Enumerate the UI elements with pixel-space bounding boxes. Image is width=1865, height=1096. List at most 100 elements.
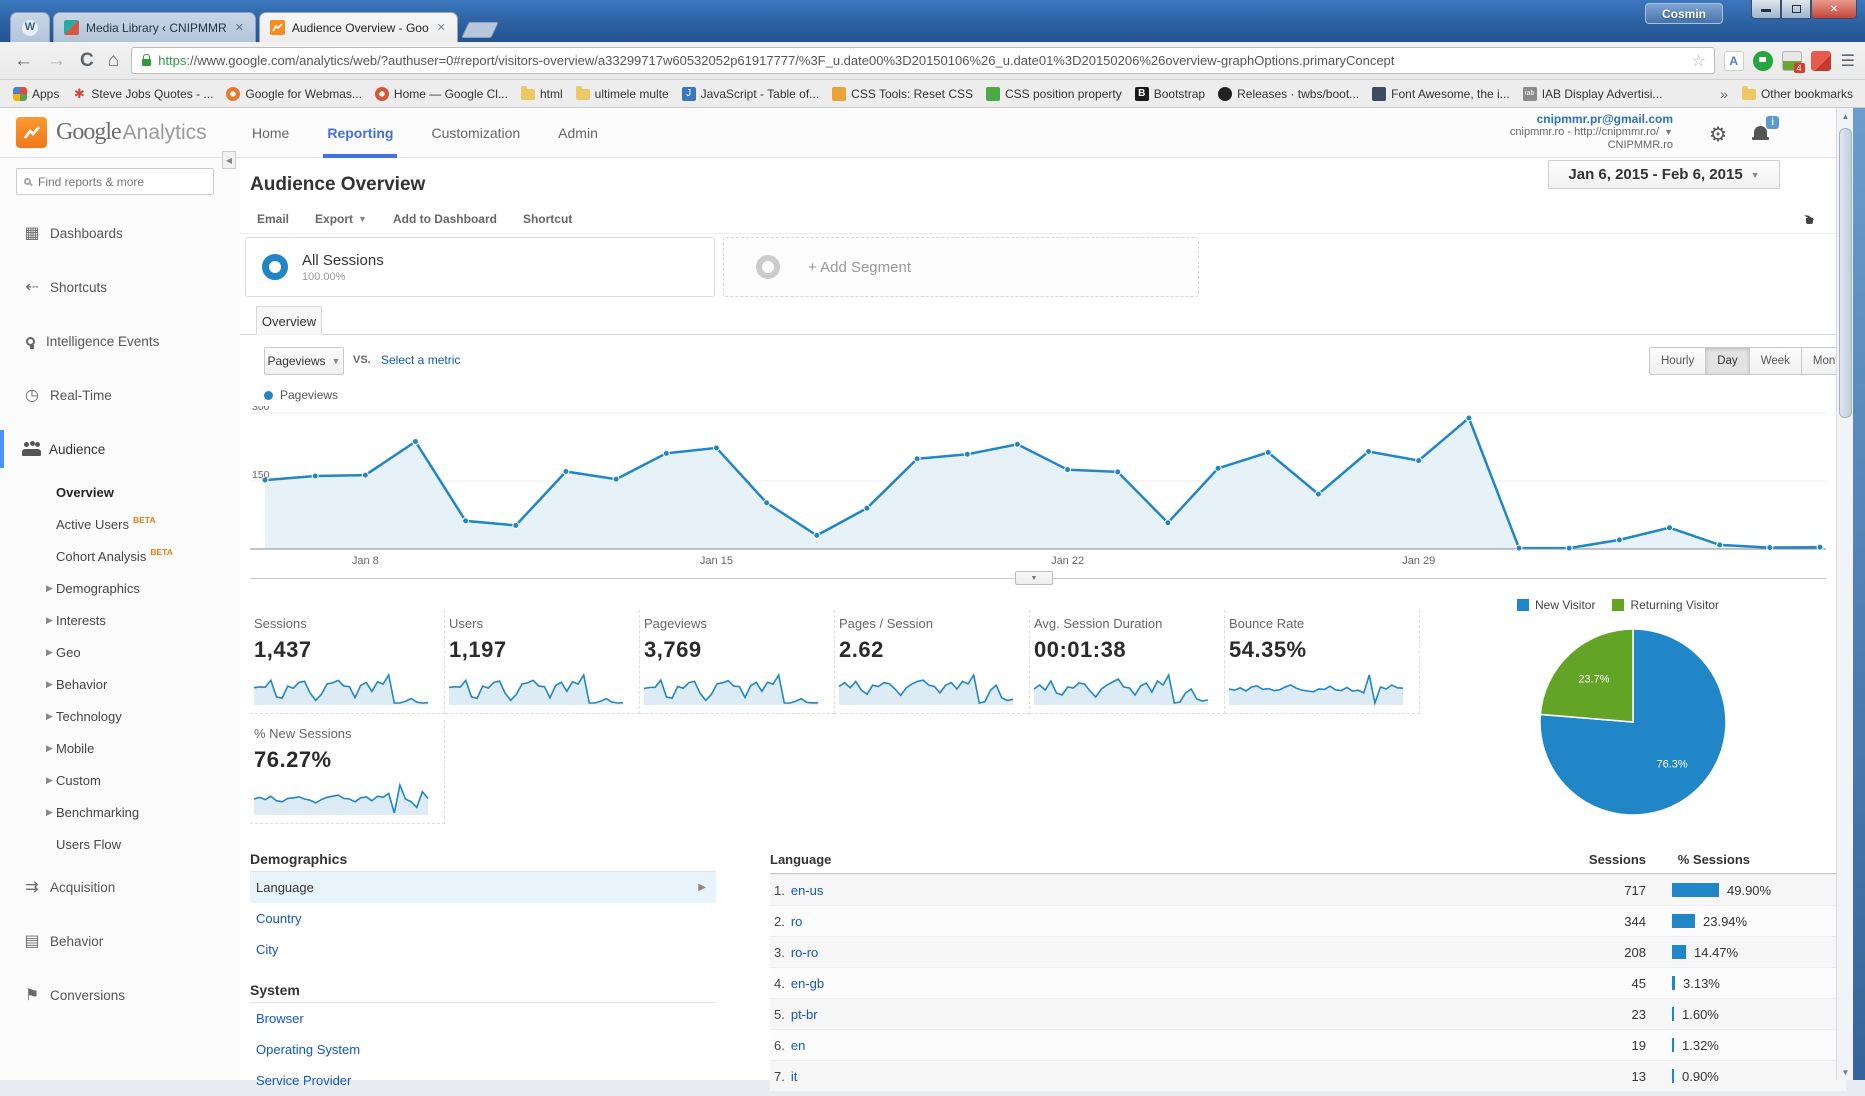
granularity-hourly[interactable]: Hourly bbox=[1649, 347, 1706, 375]
bookmark-item[interactable]: CSS position property bbox=[986, 87, 1122, 101]
export-button[interactable]: Export▼ bbox=[315, 212, 367, 226]
scroll-down-arrow[interactable]: ▼ bbox=[1837, 1064, 1854, 1080]
bookmark-star-icon[interactable]: ☆ bbox=[1691, 51, 1705, 71]
language-link[interactable]: en bbox=[791, 1038, 805, 1053]
bookmark-item[interactable]: html bbox=[521, 87, 563, 101]
help-academy-icon[interactable] bbox=[1801, 213, 1818, 231]
language-link[interactable]: en-gb bbox=[791, 976, 824, 991]
add-segment-button[interactable]: + Add Segment bbox=[723, 237, 1199, 297]
ga-nav-admin[interactable]: Admin bbox=[558, 108, 598, 158]
panel-link-operating-system[interactable]: Operating System bbox=[250, 1034, 716, 1065]
account-info[interactable]: cnipmmr.pr@gmail.com cnipmmr.ro - http:/… bbox=[1510, 113, 1673, 152]
back-button[interactable]: ← bbox=[14, 50, 33, 72]
sidebar-subitem-active-users[interactable]: Active UsersBETA bbox=[0, 508, 240, 540]
sidebar-subitem-users-flow[interactable]: Users Flow bbox=[0, 828, 240, 860]
hangouts-extension-icon[interactable] bbox=[1753, 51, 1773, 71]
language-link[interactable]: pt-br bbox=[791, 1007, 818, 1022]
panel-link-language[interactable]: Language▶ bbox=[250, 872, 716, 903]
sidebar-item-intelligence-events[interactable]: Intelligence Events bbox=[0, 314, 240, 368]
panel-link-city[interactable]: City bbox=[250, 934, 716, 965]
language-link[interactable]: en-us bbox=[791, 883, 824, 898]
sidebar-search[interactable] bbox=[16, 168, 214, 195]
ssl-padlock-icon[interactable] bbox=[142, 59, 151, 66]
new-tab-button[interactable] bbox=[461, 22, 498, 38]
translate-extension-icon[interactable]: A bbox=[1724, 51, 1744, 71]
settings-gear-icon[interactable]: ⚙ bbox=[1709, 122, 1727, 147]
sidebar-subitem-geo[interactable]: ▶Geo bbox=[0, 636, 240, 668]
language-link[interactable]: it bbox=[791, 1069, 798, 1084]
bookmark-item[interactable]: iabIAB Display Advertisi... bbox=[1523, 87, 1663, 101]
segment-all-sessions[interactable]: All Sessions 100.00% bbox=[245, 237, 715, 297]
scrollbar-thumb[interactable] bbox=[1839, 128, 1852, 418]
granularity-week[interactable]: Week bbox=[1750, 347, 1802, 375]
timeline-slider-handle[interactable]: ▼ bbox=[1015, 571, 1053, 585]
panel-link-browser[interactable]: Browser bbox=[250, 1003, 716, 1034]
add-to-dashboard-button[interactable]: Add to Dashboard bbox=[393, 212, 497, 226]
bookmark-item[interactable]: Google for Webmas... bbox=[226, 87, 362, 101]
sidebar-item-acquisition[interactable]: ⇉Acquisition bbox=[0, 860, 240, 914]
language-link[interactable]: ro-ro bbox=[791, 945, 818, 960]
bookmark-item[interactable]: Releases · twbs/boot... bbox=[1218, 87, 1359, 101]
tab-close-icon[interactable]: ✕ bbox=[436, 21, 447, 34]
sidebar-subitem-demographics[interactable]: ▶Demographics bbox=[0, 572, 240, 604]
sidebar-collapse-button[interactable]: ◀ bbox=[222, 151, 236, 169]
sidebar-subitem-benchmarking[interactable]: ▶Benchmarking bbox=[0, 796, 240, 828]
window-close-button[interactable]: ✕ bbox=[1811, 0, 1857, 19]
refresh-button[interactable]: C bbox=[80, 50, 94, 72]
home-button[interactable]: ⌂ bbox=[108, 50, 119, 72]
sidebar-subitem-overview[interactable]: Overview bbox=[0, 476, 240, 508]
search-input[interactable] bbox=[38, 175, 188, 189]
bookmark-item[interactable]: BBootstrap bbox=[1135, 87, 1205, 101]
bookmarks-overflow-chevron[interactable]: » bbox=[1720, 86, 1728, 102]
language-link[interactable]: ro bbox=[791, 914, 803, 929]
bookmark-item[interactable]: ultimele multe bbox=[576, 87, 669, 101]
scroll-up-arrow[interactable]: ▲ bbox=[1837, 108, 1854, 124]
ga-logo[interactable]: GoogleAnalytics bbox=[16, 117, 207, 148]
email-button[interactable]: Email bbox=[257, 212, 289, 226]
forward-button[interactable]: → bbox=[47, 50, 66, 72]
date-range-selector[interactable]: Jan 6, 2015 - Feb 6, 2015 ▼ bbox=[1548, 160, 1780, 189]
sidebar-subitem-mobile[interactable]: ▶Mobile bbox=[0, 732, 240, 764]
tab-close-icon[interactable]: ✕ bbox=[234, 21, 245, 34]
browser-tab[interactable]: Audience Overview - Goo✕ bbox=[259, 12, 458, 42]
sidebar-item-shortcuts[interactable]: ⇠Shortcuts bbox=[0, 260, 240, 314]
ga-nav-reporting[interactable]: Reporting bbox=[327, 108, 393, 158]
pinned-tab[interactable]: W bbox=[10, 12, 50, 42]
select-a-metric-link[interactable]: Select a metric bbox=[381, 353, 460, 367]
sidebar-subitem-custom[interactable]: ▶Custom bbox=[0, 764, 240, 796]
sidebar-item-real-time[interactable]: ◷Real-Time bbox=[0, 368, 240, 422]
panel-link-service-provider[interactable]: Service Provider bbox=[250, 1065, 716, 1096]
chrome-menu-button[interactable]: ☰ bbox=[1841, 51, 1855, 71]
sidebar-item-audience[interactable]: Audience bbox=[0, 422, 240, 476]
ga-nav-home[interactable]: Home bbox=[252, 108, 289, 158]
window-minimize-button[interactable]: ▬ bbox=[1751, 0, 1781, 19]
sidebar-subitem-behavior[interactable]: ▶Behavior bbox=[0, 668, 240, 700]
browser-tab[interactable]: Media Library ‹ CNIPMMR✕ bbox=[53, 12, 256, 42]
bookmark-item[interactable]: ✱Steve Jobs Quotes - ... bbox=[72, 87, 213, 101]
bookmark-item[interactable]: JJavaScript - Table of... bbox=[682, 87, 820, 101]
checker-extension-icon[interactable]: 4 bbox=[1782, 51, 1802, 71]
shortcut-button[interactable]: Shortcut bbox=[523, 212, 572, 226]
reader-extension-icon[interactable] bbox=[1811, 51, 1831, 71]
chrome-profile-button[interactable]: Cosmin bbox=[1645, 3, 1723, 24]
sidebar-subitem-cohort-analysis[interactable]: Cohort AnalysisBETA bbox=[0, 540, 240, 572]
sidebar-item-conversions[interactable]: ⚑Conversions bbox=[0, 968, 240, 1022]
granularity-day[interactable]: Day bbox=[1706, 347, 1749, 375]
metric-select-dropdown[interactable]: Pageviews ▼ bbox=[264, 347, 344, 375]
apps-shortcut[interactable]: Apps bbox=[13, 87, 59, 101]
ga-nav-customization[interactable]: Customization bbox=[431, 108, 520, 158]
sidebar-subitem-interests[interactable]: ▶Interests bbox=[0, 604, 240, 636]
bookmark-item[interactable]: Home — Google Cl... bbox=[375, 87, 508, 101]
tab-overview[interactable]: Overview bbox=[256, 306, 322, 335]
window-maximize-button[interactable] bbox=[1781, 0, 1811, 19]
notifications-bell[interactable]: i bbox=[1754, 124, 1767, 142]
sidebar-item-behavior[interactable]: ▤Behavior bbox=[0, 914, 240, 968]
panel-link-country[interactable]: Country bbox=[250, 903, 716, 934]
bookmark-item[interactable]: Font Awesome, the i... bbox=[1372, 87, 1510, 101]
bookmark-item[interactable]: CSS Tools: Reset CSS bbox=[832, 87, 973, 101]
sidebar-item-dashboards[interactable]: ▦Dashboards bbox=[0, 206, 240, 260]
sidebar-subitem-technology[interactable]: ▶Technology bbox=[0, 700, 240, 732]
page-scrollbar[interactable]: ▲ ▼ bbox=[1836, 108, 1853, 1080]
other-bookmarks-button[interactable]: Other bookmarks bbox=[1742, 87, 1853, 101]
address-bar[interactable]: https://www.google.com/analytics/web/?au… bbox=[131, 47, 1714, 74]
